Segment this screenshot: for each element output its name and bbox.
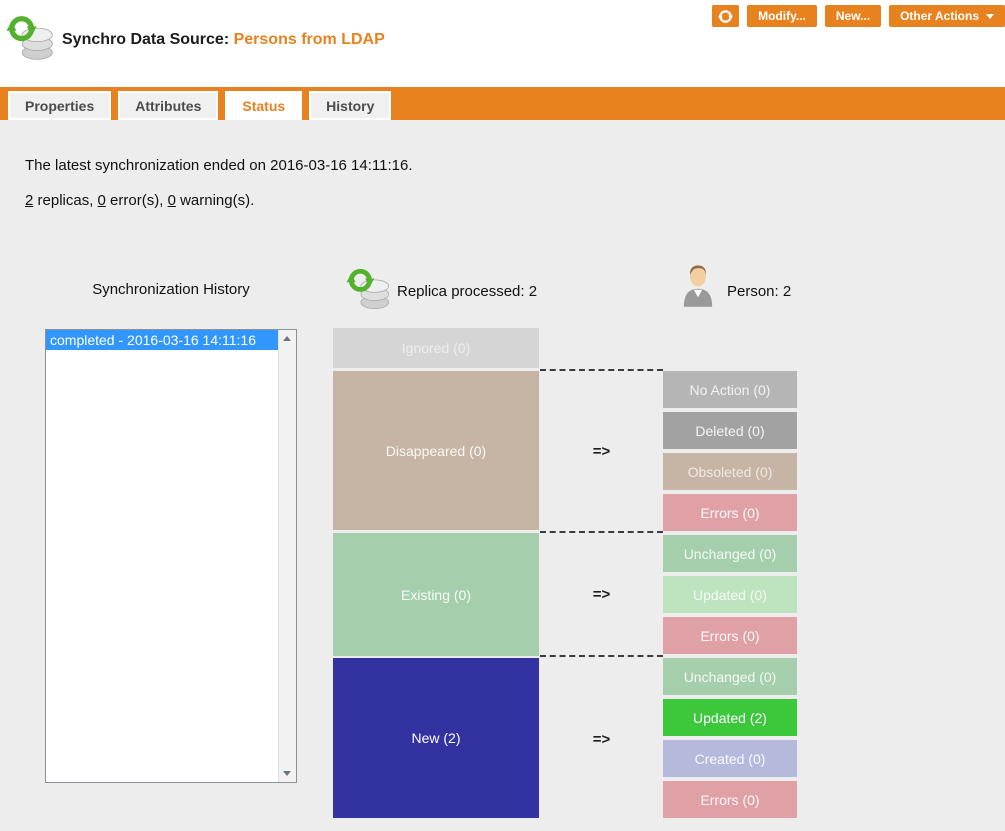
replicas-text: replicas,	[33, 192, 97, 209]
flow-target-no-action: No Action (0)	[663, 371, 797, 408]
flow-target-updated-2: Updated (2)	[663, 699, 797, 736]
tab-history[interactable]: History	[309, 91, 391, 120]
flow-divider	[540, 531, 663, 533]
caret-down-icon	[986, 14, 994, 19]
refresh-button[interactable]	[712, 5, 739, 27]
flow-target-created: Created (0)	[663, 740, 797, 777]
flow-divider	[540, 655, 663, 657]
flow-source-disappeared: Disappeared (0)	[333, 371, 539, 530]
warnings-count-link[interactable]: 0	[168, 192, 176, 209]
flow-target-unchanged-2: Unchanged (0)	[663, 658, 797, 695]
other-actions-button[interactable]: Other Actions	[889, 5, 1005, 27]
last-sync-summary: The latest synchronization ended on 2016…	[25, 157, 413, 174]
flow-target-errors-3: Errors (0)	[663, 781, 797, 818]
flow-source-new: New (2)	[333, 658, 539, 818]
flow-arrow: =>	[540, 731, 663, 748]
flow-arrow: =>	[540, 443, 663, 460]
tab-bar: Properties Attributes Status History	[0, 87, 1005, 120]
new-button[interactable]: New...	[825, 5, 881, 27]
modify-button[interactable]: Modify...	[747, 5, 817, 27]
tab-properties[interactable]: Properties	[8, 91, 111, 120]
person-icon	[681, 262, 715, 308]
refresh-icon	[718, 9, 733, 24]
flow-source-existing: Existing (0)	[333, 533, 539, 656]
flow-divider	[540, 369, 663, 371]
history-scrollbar[interactable]	[278, 330, 296, 782]
errors-count-link[interactable]: 0	[98, 192, 106, 209]
database-sync-icon	[6, 13, 56, 63]
flow-target-unchanged-1: Unchanged (0)	[663, 535, 797, 572]
person-count-label: Person: 2	[727, 283, 791, 300]
other-actions-label: Other Actions	[900, 9, 979, 23]
history-title: Synchronization History	[45, 281, 297, 298]
flow-target-updated-1: Updated (0)	[663, 576, 797, 613]
tab-attributes[interactable]: Attributes	[118, 91, 218, 120]
tabs: Properties Attributes Status History	[8, 91, 391, 120]
page-title: Synchro Data Source: Persons from LDAP	[62, 31, 385, 49]
object-name: Persons from LDAP	[234, 31, 385, 48]
scroll-down-icon[interactable]	[279, 765, 295, 782]
scroll-up-icon[interactable]	[279, 330, 295, 347]
warnings-text: warning(s).	[176, 192, 254, 209]
action-toolbar: Modify... New... Other Actions	[712, 5, 1005, 27]
flow-target-errors-1: Errors (0)	[663, 494, 797, 531]
sync-counts-summary: 2 replicas, 0 error(s), 0 warning(s).	[25, 192, 254, 209]
history-list-item[interactable]: completed - 2016-03-16 14:11:16	[46, 330, 279, 350]
replica-database-sync-icon	[346, 266, 392, 312]
history-listbox[interactable]: completed - 2016-03-16 14:11:16	[45, 329, 297, 783]
page-header: Synchro Data Source: Persons from LDAP M…	[0, 0, 1005, 87]
page-title-prefix: Synchro Data Source:	[62, 31, 234, 48]
flow-arrow: =>	[540, 586, 663, 603]
errors-text: error(s),	[106, 192, 168, 209]
flow-target-errors-2: Errors (0)	[663, 617, 797, 654]
tab-status[interactable]: Status	[225, 91, 302, 120]
flow-target-deleted: Deleted (0)	[663, 412, 797, 449]
replica-processed-label: Replica processed: 2	[397, 283, 537, 300]
flow-target-obsoleted: Obsoleted (0)	[663, 453, 797, 490]
synchro-data-source-page: { "header": { "title_prefix": "Synchro D…	[0, 0, 1005, 831]
flow-source-ignored: Ignored (0)	[333, 328, 539, 368]
